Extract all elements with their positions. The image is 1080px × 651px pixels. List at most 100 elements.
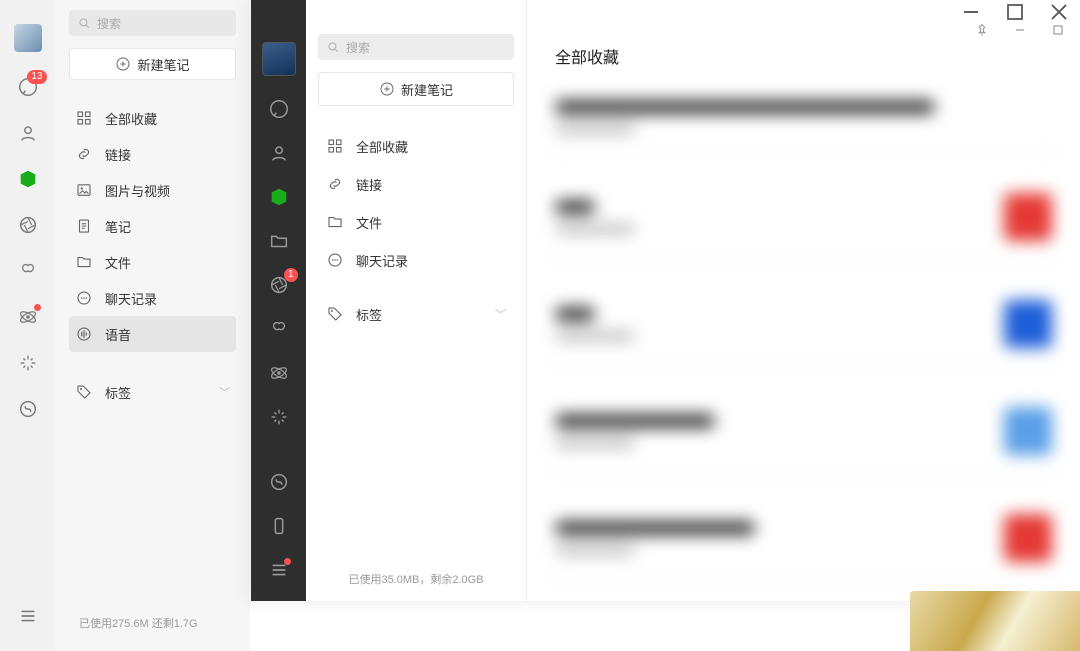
- list-item[interactable]: [543, 82, 1064, 153]
- maximize-icon[interactable]: [1050, 22, 1066, 38]
- fg-category-list: 全部收藏 链接 文件 聊天记录: [318, 128, 514, 278]
- cat-label: 文件: [105, 253, 131, 272]
- cat-label: 笔记: [105, 217, 131, 236]
- cat-file[interactable]: 文件: [69, 244, 236, 280]
- bg-rail: 13: [0, 0, 55, 651]
- search-placeholder: 搜索: [97, 15, 121, 32]
- main-area: 全部收藏: [526, 0, 1080, 601]
- fg-panel: 搜索 新建笔记 全部收藏 链接 文件 聊天记录 标签 ﹀ 已使用35.0MB，剩…: [306, 0, 526, 601]
- bg-category-list: 全部收藏 链接 图片与视频 笔记 文件 聊天记录 语音: [69, 100, 236, 352]
- phone-icon[interactable]: [268, 515, 290, 537]
- spark-icon[interactable]: [17, 352, 39, 374]
- cat-note[interactable]: 笔记: [69, 208, 236, 244]
- chatlog-icon: [326, 251, 344, 269]
- cat-link[interactable]: 链接: [69, 136, 236, 172]
- tags-label: 标签: [356, 305, 382, 324]
- fg-rail: 1: [251, 0, 306, 601]
- moments-icon[interactable]: 1: [268, 274, 290, 296]
- chat-icon[interactable]: 13: [17, 76, 39, 98]
- search-input[interactable]: 搜索: [318, 34, 514, 60]
- chat-badge: 13: [27, 70, 46, 84]
- contacts-icon[interactable]: [268, 142, 290, 164]
- link-icon: [326, 175, 344, 193]
- grid-icon: [326, 137, 344, 155]
- cat-chatlog[interactable]: 聊天记录: [69, 280, 236, 316]
- list-item[interactable]: [543, 175, 1064, 260]
- image-icon: [75, 181, 93, 199]
- folder-icon[interactable]: [268, 230, 290, 252]
- favorites-icon[interactable]: [268, 186, 290, 208]
- moments-badge: 1: [284, 268, 298, 282]
- foreground-window: 1 搜索 新建笔记 全部收藏 链接 文件 聊天记录 标签 ﹀: [251, 0, 1080, 601]
- cat-all[interactable]: 全部收藏: [69, 100, 236, 136]
- cat-label: 链接: [105, 145, 131, 164]
- folder-icon: [326, 213, 344, 231]
- tags-toggle[interactable]: 标签 ﹀: [69, 374, 236, 410]
- cat-media[interactable]: 图片与视频: [69, 172, 236, 208]
- menu-icon[interactable]: [17, 605, 39, 627]
- cat-audio[interactable]: 语音: [69, 316, 236, 352]
- search-input[interactable]: 搜索: [69, 10, 236, 36]
- notif-dot: [284, 558, 291, 565]
- explore-icon[interactable]: [268, 362, 290, 384]
- search-icon: [326, 40, 340, 54]
- background-window: 13 搜索 新建笔记 全部收藏 链接 图片与视频 笔记 文件 聊天记录 语音: [0, 0, 250, 651]
- list-item[interactable]: [543, 496, 1064, 581]
- cat-label: 图片与视频: [105, 181, 170, 200]
- menu-icon[interactable]: [268, 559, 290, 581]
- tag-icon: [75, 383, 93, 401]
- cat-label: 全部收藏: [105, 109, 157, 128]
- channels-icon[interactable]: [268, 318, 290, 340]
- secondary-controls: [974, 22, 1066, 38]
- search-icon: [77, 16, 91, 30]
- miniprogram-icon[interactable]: [17, 398, 39, 420]
- cat-label: 语音: [105, 325, 131, 344]
- storage-text: 已使用275.6M 还剩1.7G: [69, 611, 236, 641]
- explore-icon[interactable]: [17, 306, 39, 328]
- link-icon: [75, 145, 93, 163]
- avatar[interactable]: [14, 24, 42, 52]
- cat-label: 链接: [356, 175, 382, 194]
- avatar[interactable]: [262, 42, 296, 76]
- bg-panel: 搜索 新建笔记 全部收藏 链接 图片与视频 笔记 文件 聊天记录 语音 标签 ﹀…: [55, 0, 250, 651]
- cat-label: 聊天记录: [105, 289, 157, 308]
- channels-icon[interactable]: [17, 260, 39, 282]
- new-note-label: 新建笔记: [137, 55, 189, 74]
- favorites-list[interactable]: [527, 82, 1080, 601]
- list-item[interactable]: [543, 389, 1064, 474]
- storage-text: 已使用35.0MB，剩余2.0GB: [318, 571, 514, 593]
- list-item[interactable]: [543, 282, 1064, 367]
- minimize-icon[interactable]: [1012, 22, 1028, 38]
- new-note-button[interactable]: 新建笔记: [318, 72, 514, 106]
- folder-icon: [75, 253, 93, 271]
- chevron-down-icon: ﹀: [495, 306, 506, 322]
- tags-label: 标签: [105, 383, 131, 402]
- cat-chatlog[interactable]: 聊天记录: [318, 242, 514, 278]
- note-icon: [75, 217, 93, 235]
- new-note-label: 新建笔记: [401, 80, 453, 99]
- audio-icon: [75, 325, 93, 343]
- pin-icon[interactable]: [974, 22, 990, 38]
- spark-icon[interactable]: [268, 406, 290, 428]
- favorites-icon[interactable]: [17, 168, 39, 190]
- contacts-icon[interactable]: [17, 122, 39, 144]
- tags-toggle[interactable]: 标签 ﹀: [318, 296, 514, 332]
- plus-icon: [379, 81, 395, 97]
- cat-link[interactable]: 链接: [318, 166, 514, 202]
- miniprogram-icon[interactable]: [268, 471, 290, 493]
- tag-icon: [326, 305, 344, 323]
- cat-label: 全部收藏: [356, 137, 408, 156]
- moments-icon[interactable]: [17, 214, 39, 236]
- chevron-down-icon: ﹀: [219, 384, 230, 400]
- search-placeholder: 搜索: [346, 39, 370, 56]
- new-note-button[interactable]: 新建笔记: [69, 48, 236, 80]
- cat-file[interactable]: 文件: [318, 204, 514, 240]
- corner-image: [910, 591, 1080, 651]
- cat-label: 聊天记录: [356, 251, 408, 270]
- cat-label: 文件: [356, 213, 382, 232]
- plus-icon: [115, 56, 131, 72]
- cat-all[interactable]: 全部收藏: [318, 128, 514, 164]
- notif-dot: [34, 304, 41, 311]
- grid-icon: [75, 109, 93, 127]
- chat-icon[interactable]: [268, 98, 290, 120]
